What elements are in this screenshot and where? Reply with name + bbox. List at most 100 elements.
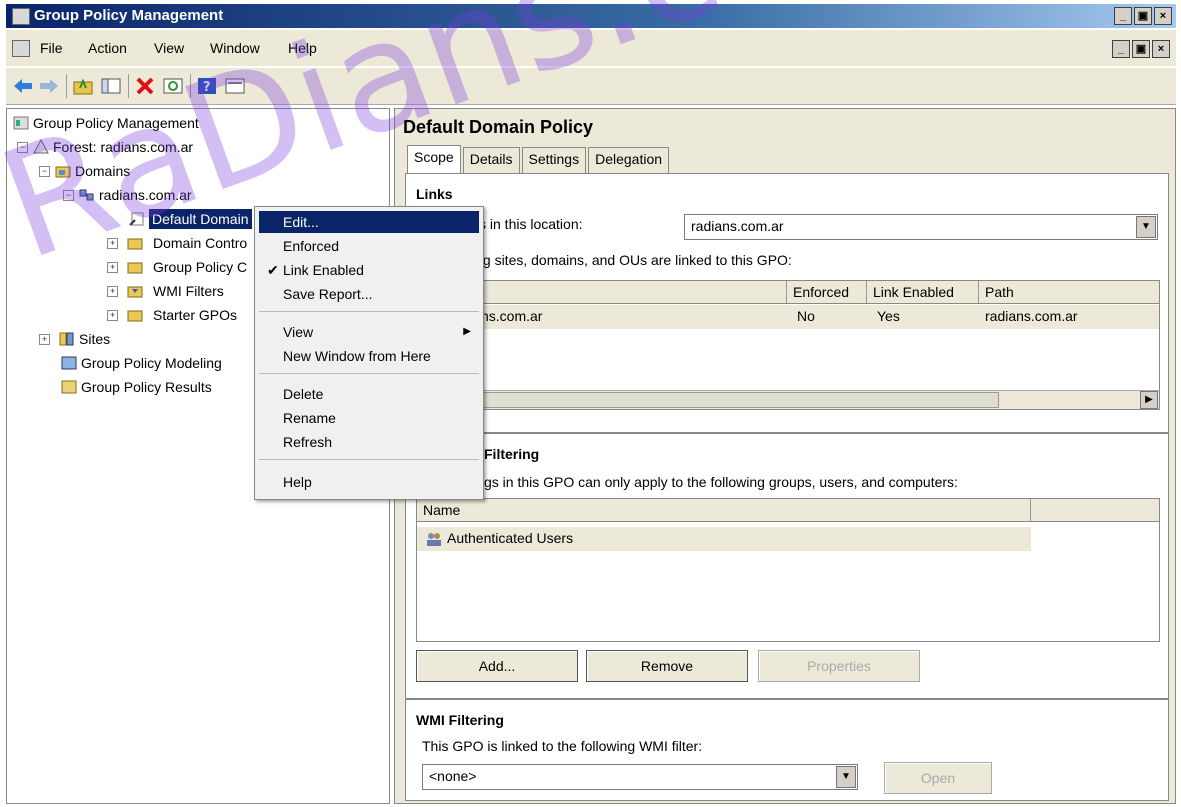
menu-help[interactable]: Help <box>288 40 317 56</box>
expand-icon[interactable]: + <box>107 310 118 321</box>
window-title: Group Policy Management <box>34 7 224 24</box>
filter-folder-icon <box>127 286 143 298</box>
up-folder-icon[interactable] <box>72 76 94 96</box>
location-value: radians.com.ar <box>691 218 784 234</box>
child-close-button[interactable]: × <box>1152 40 1170 58</box>
delete-icon[interactable] <box>134 76 156 96</box>
table-row[interactable]: ns.com.ar No Yes radians.com.ar <box>417 305 1159 329</box>
toolbar: ? <box>6 68 1176 105</box>
menu-bar: File Action View Window Help _ ▣ × <box>6 30 1176 66</box>
expand-icon[interactable]: + <box>107 262 118 273</box>
forest-icon <box>33 139 49 154</box>
menu-item-link-enabled-label: Link Enabled <box>283 262 364 278</box>
collapse-icon[interactable]: − <box>39 166 50 177</box>
menu-view[interactable]: View <box>154 40 184 56</box>
console-icon <box>12 40 30 57</box>
scroll-thumb[interactable] <box>417 392 999 408</box>
wmi-filter-dropdown[interactable]: <none> ▼ <box>422 764 858 790</box>
menu-item-edit[interactable]: Edit... <box>259 211 479 233</box>
gpm-icon <box>13 116 29 130</box>
menu-action[interactable]: Action <box>88 40 127 56</box>
list-item[interactable]: Authenticated Users <box>417 527 1031 551</box>
security-list[interactable]: Name Authenticated Users <box>416 498 1160 642</box>
menu-item-new-window[interactable]: New Window from Here <box>259 345 479 367</box>
domain-icon <box>79 189 94 201</box>
tab-details[interactable]: Details <box>462 147 520 174</box>
menu-item-link-enabled[interactable]: ✔ Link Enabled <box>259 259 479 281</box>
menu-item-enforced[interactable]: Enforced <box>259 235 479 257</box>
row-path: radians.com.ar <box>985 308 1078 324</box>
help-icon[interactable]: ? <box>196 76 218 96</box>
tree-domains-label: Domains <box>75 163 131 179</box>
refresh-icon[interactable] <box>162 76 184 96</box>
details-pane: Default Domain Policy Scope Details Sett… <box>394 108 1176 804</box>
gpm-app-icon <box>12 8 30 25</box>
col-path[interactable]: Path <box>979 281 1159 303</box>
gpo-title: Default Domain Policy <box>403 117 594 137</box>
menu-item-rename[interactable]: Rename <box>259 407 479 429</box>
col-name[interactable]: Name <box>417 499 1031 521</box>
tab-delegation[interactable]: Delegation <box>588 147 670 174</box>
child-minimize-button[interactable]: _ <box>1112 40 1130 58</box>
menu-item-view[interactable]: View ▶ <box>259 321 479 343</box>
links-horizontal-scrollbar[interactable]: ▶ <box>417 390 1159 409</box>
folder-icon <box>127 262 143 274</box>
menu-item-refresh[interactable]: Refresh <box>259 431 479 453</box>
security-list-header: Name <box>417 499 1159 522</box>
location-dropdown[interactable]: radians.com.ar ▼ <box>684 214 1158 240</box>
tree-modeling-label: Group Policy Modeling <box>81 355 222 371</box>
security-filtering-heading: Filtering <box>484 446 540 462</box>
wmi-desc: This GPO is linked to the following WMI … <box>422 738 703 754</box>
tree-item-label: Starter GPOs <box>153 307 238 323</box>
wmi-heading: WMI Filtering <box>416 712 504 728</box>
tree-domain-label: radians.com.ar <box>99 187 192 203</box>
menu-item-delete[interactable]: Delete <box>259 383 479 405</box>
svg-text:?: ? <box>203 80 211 95</box>
forward-arrow-icon[interactable] <box>38 76 60 96</box>
context-menu: Edit... Enforced ✔ Link Enabled Save Rep… <box>254 206 484 500</box>
links-table[interactable]: Enforced Link Enabled Path ns.com.ar No … <box>416 280 1160 410</box>
scroll-right-icon[interactable]: ▶ <box>1140 391 1158 409</box>
back-arrow-icon[interactable] <box>12 76 34 96</box>
results-icon <box>61 380 77 394</box>
minimize-button[interactable]: _ <box>1114 7 1132 25</box>
tree-selected-label: Default Domain <box>149 209 252 229</box>
menu-item-save-report[interactable]: Save Report... <box>259 283 479 305</box>
child-restore-button[interactable]: ▣ <box>1132 40 1150 58</box>
expand-icon[interactable]: + <box>107 238 118 249</box>
row-location: ns.com.ar <box>481 308 543 324</box>
col-enforced[interactable]: Enforced <box>787 281 867 303</box>
remove-button[interactable]: Remove <box>586 650 748 682</box>
tab-settings[interactable]: Settings <box>521 147 587 174</box>
security-desc: gs in this GPO can only apply to the fol… <box>484 474 958 490</box>
authenticated-users-label: Authenticated Users <box>447 530 574 546</box>
scope-panel: Links ks in this location: radians.com.a… <box>405 173 1169 801</box>
open-button[interactable]: Open <box>884 762 992 794</box>
restore-button[interactable]: ▣ <box>1134 7 1152 25</box>
close-button[interactable]: × <box>1154 7 1172 25</box>
menu-item-view-label: View <box>283 324 314 340</box>
menu-file[interactable]: File <box>40 40 63 56</box>
links-table-header: Enforced Link Enabled Path <box>417 281 1159 304</box>
linked-sites-label: ing sites, domains, and OUs are linked t… <box>472 252 792 268</box>
menu-window[interactable]: Window <box>210 40 260 56</box>
tab-scope[interactable]: Scope <box>407 145 461 176</box>
wmi-filter-value: <none> <box>429 768 477 784</box>
dropdown-arrow-icon[interactable]: ▼ <box>1136 216 1156 238</box>
menu-item-help[interactable]: Help <box>259 471 479 493</box>
submenu-arrow-icon: ▶ <box>463 326 471 337</box>
show-hide-tree-icon[interactable] <box>100 76 122 96</box>
expand-icon[interactable]: + <box>107 286 118 297</box>
properties-button[interactable]: Properties <box>758 650 920 682</box>
tree-item-label: Domain Contro <box>153 235 248 251</box>
add-button[interactable]: Add... <box>416 650 578 682</box>
sites-icon <box>59 332 74 346</box>
collapse-icon[interactable]: − <box>17 142 28 153</box>
dropdown-arrow-icon[interactable]: ▼ <box>836 766 856 788</box>
collapse-icon[interactable]: − <box>63 190 74 201</box>
expand-icon[interactable]: + <box>39 334 50 345</box>
properties-icon[interactable] <box>224 76 246 96</box>
tree-sites-label: Sites <box>79 331 111 347</box>
tree-item-label: WMI Filters <box>153 283 224 299</box>
col-link-enabled[interactable]: Link Enabled <box>867 281 979 303</box>
